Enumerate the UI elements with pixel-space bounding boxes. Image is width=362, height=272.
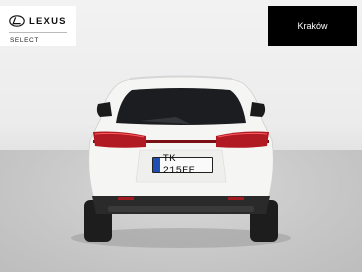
- location-badge[interactable]: Kraków: [268, 6, 357, 46]
- location-label: Kraków: [297, 21, 328, 31]
- right-reflector: [228, 197, 244, 200]
- rear-window: [116, 88, 246, 125]
- brand-row: LEXUS: [9, 14, 67, 28]
- right-mirror: [250, 102, 266, 117]
- brand-name: LEXUS: [29, 15, 67, 27]
- diffuser: [108, 206, 254, 212]
- logo-divider: [9, 32, 67, 33]
- lexus-emblem-icon: [9, 15, 25, 27]
- left-reflector: [118, 197, 134, 200]
- left-mirror: [96, 102, 112, 117]
- license-plate: TK 215EE: [152, 153, 213, 177]
- lexus-select-logo[interactable]: LEXUS SELECT: [0, 6, 76, 46]
- plate-number: TK 215EE: [162, 153, 196, 177]
- plate-eu-band: [153, 158, 160, 172]
- program-label: SELECT: [10, 37, 39, 44]
